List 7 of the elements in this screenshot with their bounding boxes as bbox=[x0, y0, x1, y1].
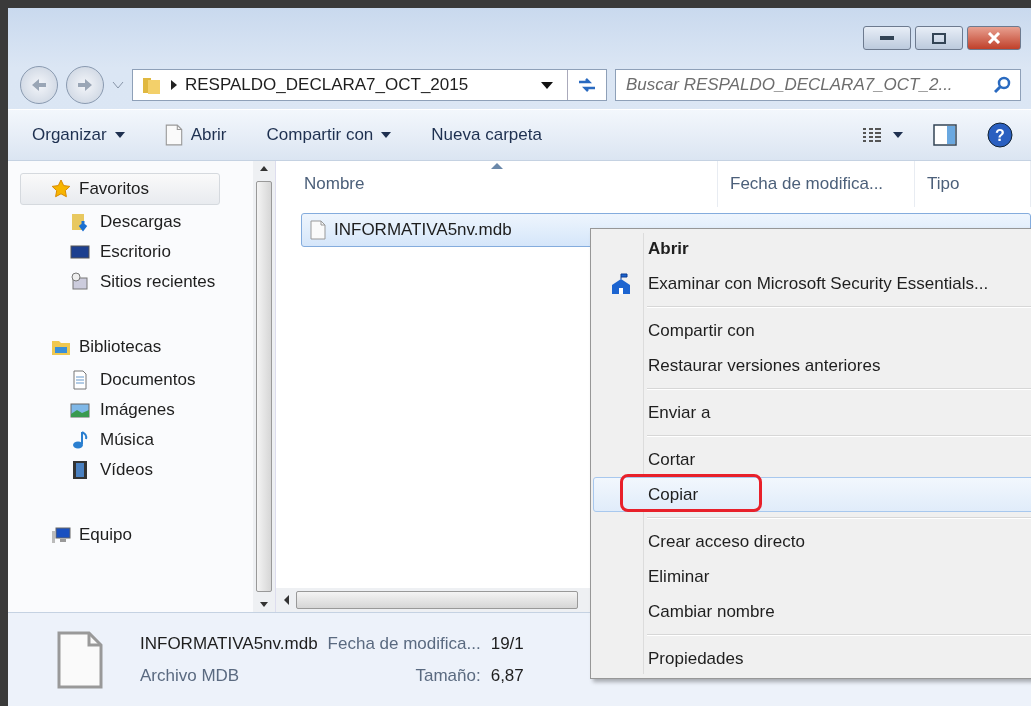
file-name: INFORMATIVA5nv.mdb bbox=[334, 220, 512, 240]
details-value: 19/1 bbox=[490, 633, 524, 654]
details-label: Fecha de modifica... bbox=[327, 633, 481, 654]
details-file-name: INFORMATIVA5nv.mdb bbox=[140, 633, 318, 654]
details-file-type: Archivo MDB bbox=[140, 665, 241, 686]
details-value: 6,87 bbox=[490, 665, 524, 686]
details-label: Tamaño: bbox=[414, 665, 481, 686]
